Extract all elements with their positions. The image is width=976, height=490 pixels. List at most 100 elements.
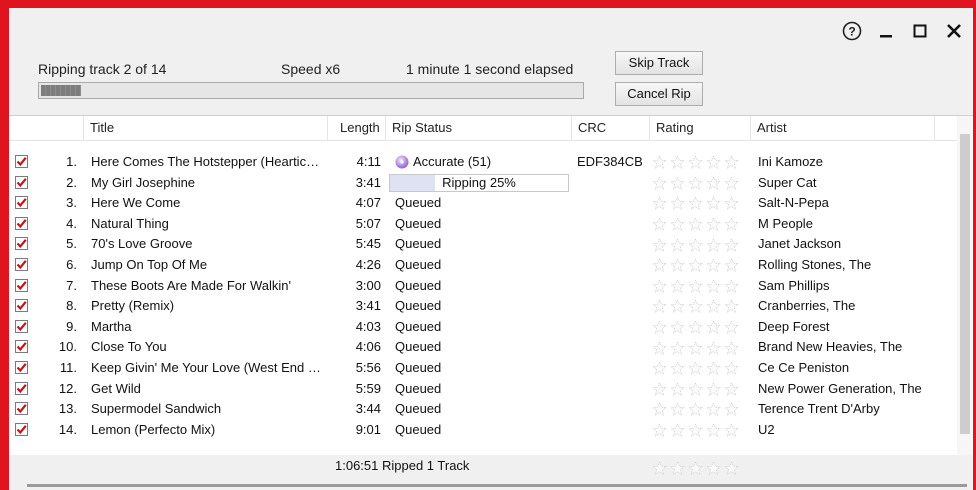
track-rating[interactable] [651,399,747,420]
star-icon[interactable] [705,258,722,273]
star-icon[interactable] [651,461,668,475]
star-icon[interactable] [687,175,704,190]
track-rating[interactable] [651,152,747,173]
track-rating[interactable] [651,358,747,379]
star-icon[interactable] [687,258,704,273]
star-icon[interactable] [687,320,704,334]
track-checkbox[interactable] [15,237,28,251]
track-checkbox[interactable] [15,340,28,354]
star-icon[interactable] [723,299,740,314]
star-icon[interactable] [723,175,740,190]
column-checkbox-header[interactable] [9,116,84,140]
star-icon[interactable] [705,402,722,417]
star-icon[interactable] [651,258,668,273]
track-row[interactable]: 14. Lemon (Perfecto Mix) 9:01 Queued U2 [9,420,957,441]
track-rating[interactable] [651,173,747,194]
star-icon[interactable] [651,361,668,376]
star-icon[interactable] [651,196,668,211]
star-icon[interactable] [651,175,668,190]
star-icon[interactable] [705,237,722,252]
star-icon[interactable] [723,381,740,396]
vertical-scrollbar[interactable] [957,116,973,460]
track-row[interactable]: 7. These Boots Are Made For Walkin' 3:00 Qu… [9,276,957,297]
star-icon[interactable] [705,340,722,355]
star-icon[interactable] [723,258,740,273]
column-header-artist[interactable]: Artist [751,116,935,140]
horizontal-scrollbar[interactable] [27,484,967,487]
star-icon[interactable] [669,299,686,314]
track-row[interactable]: 10. Close To You 4:06 Queued Brand New Heavi… [9,337,957,358]
star-icon[interactable] [669,423,686,437]
star-icon[interactable] [723,361,740,376]
track-checkbox[interactable] [15,319,28,333]
star-icon[interactable] [669,361,686,376]
star-icon[interactable] [687,461,704,475]
track-rating[interactable] [651,337,747,358]
star-icon[interactable] [651,381,668,396]
star-icon[interactable] [723,155,740,170]
star-icon[interactable] [669,196,686,211]
star-icon[interactable] [651,217,668,231]
star-icon[interactable] [687,196,704,211]
star-icon[interactable] [723,402,740,417]
star-icon[interactable] [669,402,686,417]
star-icon[interactable] [705,196,722,211]
track-row[interactable]: 11. Keep Givin' Me Your Love (West End … 5… [9,358,957,379]
star-icon[interactable] [723,320,740,334]
track-checkbox[interactable] [15,299,28,313]
star-icon[interactable] [723,196,740,211]
track-checkbox[interactable] [15,381,28,395]
star-icon[interactable] [687,381,704,396]
cancel-rip-button[interactable]: Cancel Rip [615,82,703,106]
maximize-icon[interactable] [909,20,931,42]
track-checkbox[interactable] [15,278,28,292]
star-icon[interactable] [669,258,686,273]
star-icon[interactable] [669,340,686,355]
star-icon[interactable] [687,237,704,252]
star-icon[interactable] [687,217,704,231]
track-rating[interactable] [651,255,747,276]
track-rating[interactable] [651,296,747,317]
star-icon[interactable] [669,237,686,252]
track-checkbox[interactable] [15,216,28,230]
star-icon[interactable] [669,155,686,170]
column-header-crc[interactable]: CRC [572,116,650,140]
track-row[interactable]: 4. Natural Thing 5:07 Queued M People [9,214,957,235]
track-rating[interactable] [651,193,747,214]
star-icon[interactable] [705,381,722,396]
star-icon[interactable] [687,340,704,355]
track-checkbox[interactable] [15,196,28,210]
star-icon[interactable] [651,320,668,334]
star-icon[interactable] [687,402,704,417]
star-icon[interactable] [705,423,722,437]
star-icon[interactable] [723,423,740,437]
track-rating[interactable] [651,234,747,255]
star-icon[interactable] [723,340,740,355]
star-icon[interactable] [651,423,668,437]
star-icon[interactable] [687,361,704,376]
track-rating[interactable] [651,420,747,441]
track-checkbox[interactable] [15,422,28,436]
star-icon[interactable] [705,155,722,170]
star-icon[interactable] [651,402,668,417]
star-icon[interactable] [651,340,668,355]
track-row[interactable]: 8. Pretty (Remix) 3:41 Queued Cranberries, T… [9,296,957,317]
star-icon[interactable] [723,278,740,293]
track-row[interactable]: 12. Get Wild 5:59 Queued New Power Generatio… [9,379,957,400]
column-header-title[interactable]: Title [84,116,328,140]
star-icon[interactable] [669,217,686,231]
star-icon[interactable] [687,299,704,314]
star-icon[interactable] [705,175,722,190]
star-icon[interactable] [669,175,686,190]
track-row[interactable]: 2. My Girl Josephine 3:41 Ripping 25% Super … [9,173,957,194]
star-icon[interactable] [651,155,668,170]
column-header-rip-status[interactable]: Rip Status [386,116,572,140]
help-icon[interactable]: ? [841,20,863,42]
star-icon[interactable] [687,423,704,437]
star-icon[interactable] [705,361,722,376]
track-rating[interactable] [651,214,747,235]
track-row[interactable]: 5. 70's Love Groove 5:45 Queued Janet Jackso… [9,234,957,255]
star-icon[interactable] [705,278,722,293]
skip-track-button[interactable]: Skip Track [615,51,703,75]
track-row[interactable]: 1. Here Comes The Hotstepper (Heartic… 4:1… [9,152,957,173]
